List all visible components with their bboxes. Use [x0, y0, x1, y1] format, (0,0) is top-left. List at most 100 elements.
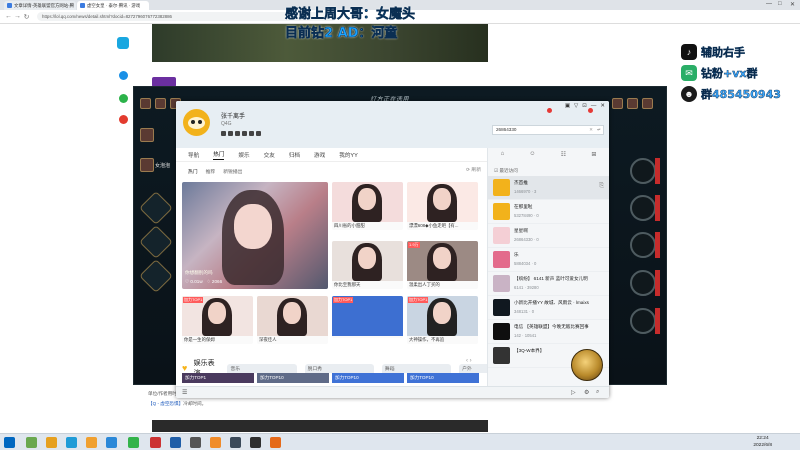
wechat-share-icon[interactable]	[119, 94, 128, 103]
taskbar-app-icon[interactable]	[170, 437, 181, 448]
refresh-icon[interactable]: ↻	[22, 13, 31, 21]
section-card[interactable]: 加力TOP10	[407, 373, 479, 383]
game-summoner-slot[interactable]	[630, 195, 656, 221]
refresh-button[interactable]: ⟳ 刷新	[466, 165, 481, 177]
list-item[interactable]: 在那里啦 53278490 · 0	[488, 200, 609, 224]
section-card[interactable]: 加力TOP10	[257, 373, 329, 383]
search-go-icon[interactable]: ↵	[597, 126, 601, 134]
stream-title: 大神操作，不再追	[409, 337, 445, 342]
browser-tab-2[interactable]: 虚空女皇 · 泰尔·腾讯 · 游戏	[77, 1, 149, 10]
stream-card[interactable]: 1.9万 温柔出人丁买的	[407, 241, 478, 289]
subnav-recommend[interactable]: 推荐	[206, 168, 216, 175]
game-avatar[interactable]	[612, 98, 623, 109]
taskbar-app-icon[interactable]	[106, 437, 117, 448]
stream-card[interactable]: 加力TOP1	[332, 296, 403, 338]
champion-portrait[interactable]	[140, 158, 154, 172]
user-avatar[interactable]	[183, 109, 210, 136]
taskbar-app-icon[interactable]	[128, 437, 139, 448]
badge-icon[interactable]	[228, 131, 233, 136]
play-icon[interactable]: ▷	[571, 389, 576, 396]
stream-card[interactable]: 深夜佳人	[257, 296, 328, 344]
badge-icon[interactable]	[235, 131, 240, 136]
user-icon[interactable]: ☺	[529, 151, 535, 157]
share-icon[interactable]	[117, 37, 129, 49]
home-icon[interactable]: ⌂	[501, 151, 505, 157]
game-avatar[interactable]	[155, 98, 166, 109]
subnav-new[interactable]: 新锐播出	[223, 168, 242, 175]
qq-share-icon[interactable]	[119, 71, 128, 80]
list-item[interactable]: 电信 【英雄联盟】今晚无敌比赛回事 142 · 10541	[488, 320, 609, 344]
game-avatar[interactable]	[140, 98, 151, 109]
list-item[interactable]: 乐 5884034 · 0	[488, 248, 609, 272]
game-summoner-slot[interactable]	[630, 232, 656, 258]
section-tab[interactable]: 音乐	[227, 363, 297, 373]
badge-icon[interactable]	[221, 131, 226, 136]
game-summoner-slot[interactable]	[630, 158, 656, 184]
maximize-icon[interactable]: □	[778, 1, 782, 7]
section-tab[interactable]: 脱口秀	[304, 363, 374, 373]
system-clock[interactable]: 22:24 2022/6/8	[753, 435, 772, 449]
menu-icon[interactable]: ▽	[574, 103, 578, 109]
game-avatar[interactable]	[642, 98, 653, 109]
taskbar-app-icon[interactable]	[26, 437, 37, 448]
menu-icon[interactable]: ☰	[182, 389, 187, 396]
taskbar-app-icon[interactable]	[190, 437, 201, 448]
mini-mode-icon[interactable]: ⊡	[582, 103, 587, 109]
nav-item-social[interactable]: 交友	[264, 151, 275, 159]
nav-item-entertainment[interactable]: 娱乐	[238, 151, 249, 159]
weibo-share-icon[interactable]	[119, 115, 128, 124]
section-card[interactable]: 加力TOP1	[182, 373, 254, 383]
list-item[interactable]: 星星啊 26864330 · 0	[488, 224, 609, 248]
rank-badge: 加力TOP1	[408, 297, 429, 303]
list-item[interactable]: 小新比开播YY 故城、风雨云 · lmaixs 348131 · 0	[488, 296, 609, 320]
nav-item-games[interactable]: 游戏	[314, 151, 325, 159]
browser-tab-1[interactable]: 文章详情-英雄联盟官方网站-腾	[4, 1, 76, 10]
settings-icon[interactable]: ⚙	[584, 389, 589, 396]
search-icon[interactable]: ⌕	[596, 389, 599, 396]
stream-card[interactable]: 漂漂608◆小鱼走吧【有...	[407, 182, 478, 230]
close-icon[interactable]: ✕	[790, 1, 795, 8]
badge-icon[interactable]	[242, 131, 247, 136]
taskbar-app-icon[interactable]	[66, 437, 77, 448]
champion-portrait[interactable]	[140, 128, 154, 142]
taskbar-app-icon[interactable]	[270, 437, 281, 448]
subnav-hot[interactable]: 热门	[188, 168, 198, 175]
nav-item-my-yy[interactable]: 我的YY	[339, 151, 358, 159]
skin-icon[interactable]: ▣	[565, 103, 570, 109]
carousel-arrows[interactable]: ‹ ›	[466, 358, 472, 364]
arrow-left-icon[interactable]: ←	[4, 13, 13, 20]
game-summoner-slot[interactable]	[630, 308, 656, 334]
stream-card[interactable]: 加力TOP1 你是一生的保姆	[182, 296, 253, 344]
share-icon[interactable]: ⎘	[599, 183, 604, 190]
stream-card[interactable]: 四川省的小甜甜	[332, 182, 403, 230]
minimize-icon[interactable]: —	[766, 1, 772, 7]
search-input[interactable]: 26864330 ✕ ↵	[492, 125, 604, 135]
taskbar-app-icon[interactable]	[210, 437, 221, 448]
game-summoner-slot[interactable]	[630, 270, 656, 296]
list-item[interactable]: 杰首推 1466970 · 3 ⎘	[488, 176, 609, 200]
taskbar-app-icon[interactable]	[86, 437, 97, 448]
steam-icon[interactable]	[230, 437, 241, 448]
section-card[interactable]: 加力TOP10	[332, 373, 404, 383]
featured-stream[interactable]: 你想翻别的吗 ♡ 0.01w ♢ 2066	[182, 182, 328, 289]
grid-icon[interactable]: ⊞	[591, 151, 596, 158]
badge-icon[interactable]	[249, 131, 254, 136]
stream-card[interactable]: 加力TOP1 大神操作，不再追	[407, 296, 478, 344]
nav-item-archive[interactable]: 归档	[289, 151, 300, 159]
game-avatar[interactable]	[627, 98, 638, 109]
stream-card[interactable]: 你比至我那天	[332, 241, 403, 289]
arrow-right-icon[interactable]: →	[13, 13, 22, 20]
taskbar-app-icon[interactable]	[250, 437, 261, 448]
close-icon[interactable]: ✕	[600, 103, 605, 109]
nav-item-hot[interactable]: 热门	[213, 150, 225, 160]
username[interactable]: 张千离手	[221, 111, 245, 120]
badge-icon[interactable]	[256, 131, 261, 136]
start-icon[interactable]	[4, 437, 15, 448]
clear-icon[interactable]: ✕	[589, 126, 593, 134]
folder-icon[interactable]	[46, 437, 57, 448]
group-icon[interactable]: ☷	[561, 151, 566, 158]
section-tab[interactable]: 舞蹈	[381, 363, 452, 373]
taskbar-app-icon[interactable]	[150, 437, 161, 448]
nav-item-guide[interactable]: 导航	[188, 151, 199, 159]
list-item[interactable]: 【缤纷】 6141 新声 蓝叶可爱女儿明 6141 · 39280	[488, 272, 609, 296]
